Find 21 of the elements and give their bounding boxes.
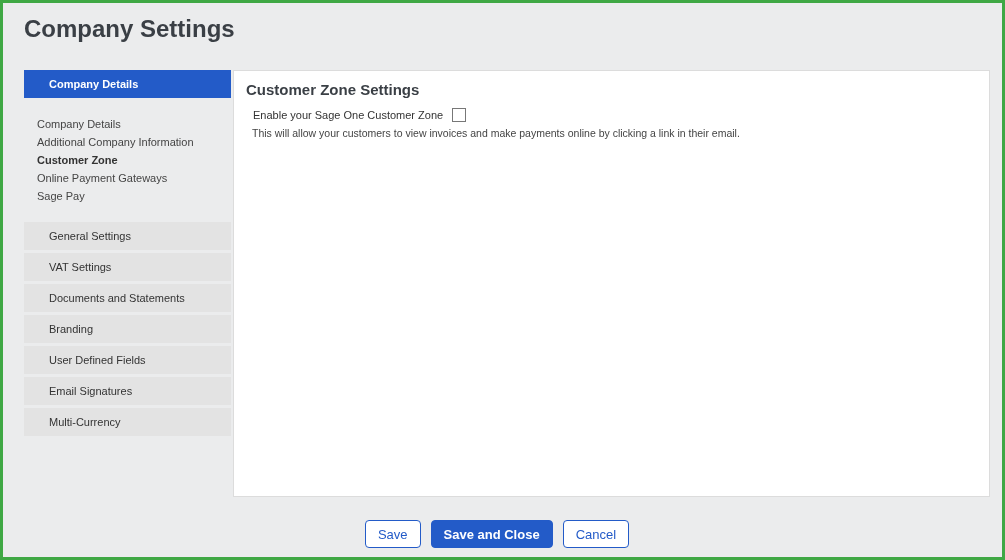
sidebar-section[interactable]: Email Signatures <box>24 377 231 405</box>
action-button[interactable]: Save <box>364 520 421 548</box>
sidebar-item[interactable]: Sage Pay <box>37 187 218 205</box>
sidebar-item[interactable]: Online Payment Gateways <box>37 169 218 187</box>
sidebar-section[interactable]: Multi-Currency <box>24 408 231 436</box>
sidebar-item[interactable]: Customer Zone <box>37 151 218 169</box>
save-and-close-button[interactable]: Save and Close <box>430 520 553 548</box>
description: This will allow your customers to view invoices and make payments online by clicking a link in their email. <box>252 127 741 139</box>
action-button[interactable]: Cancel <box>562 520 630 548</box>
sidebar-item[interactable]: Company Details <box>37 115 218 133</box>
sidebar-section[interactable]: Branding <box>24 315 231 343</box>
checkbox[interactable] <box>452 108 467 122</box>
sidebar-section[interactable]: VAT Settings <box>24 253 231 281</box>
option-label: Enable your Sage One Customer Zone <box>253 109 444 121</box>
sidebar-item[interactable]: Additional Company Information <box>37 133 218 151</box>
sidebar-section[interactable]: General Settings <box>24 222 231 250</box>
sidebar-section[interactable]: User Defined Fields <box>24 346 231 374</box>
sidebar-section[interactable]: Documents and Statements <box>24 284 231 312</box>
sidebar-section[interactable]: Company Details <box>24 70 231 98</box>
panel-heading: Customer Zone Settings <box>246 81 421 98</box>
page-title: Company Settings <box>24 15 236 44</box>
